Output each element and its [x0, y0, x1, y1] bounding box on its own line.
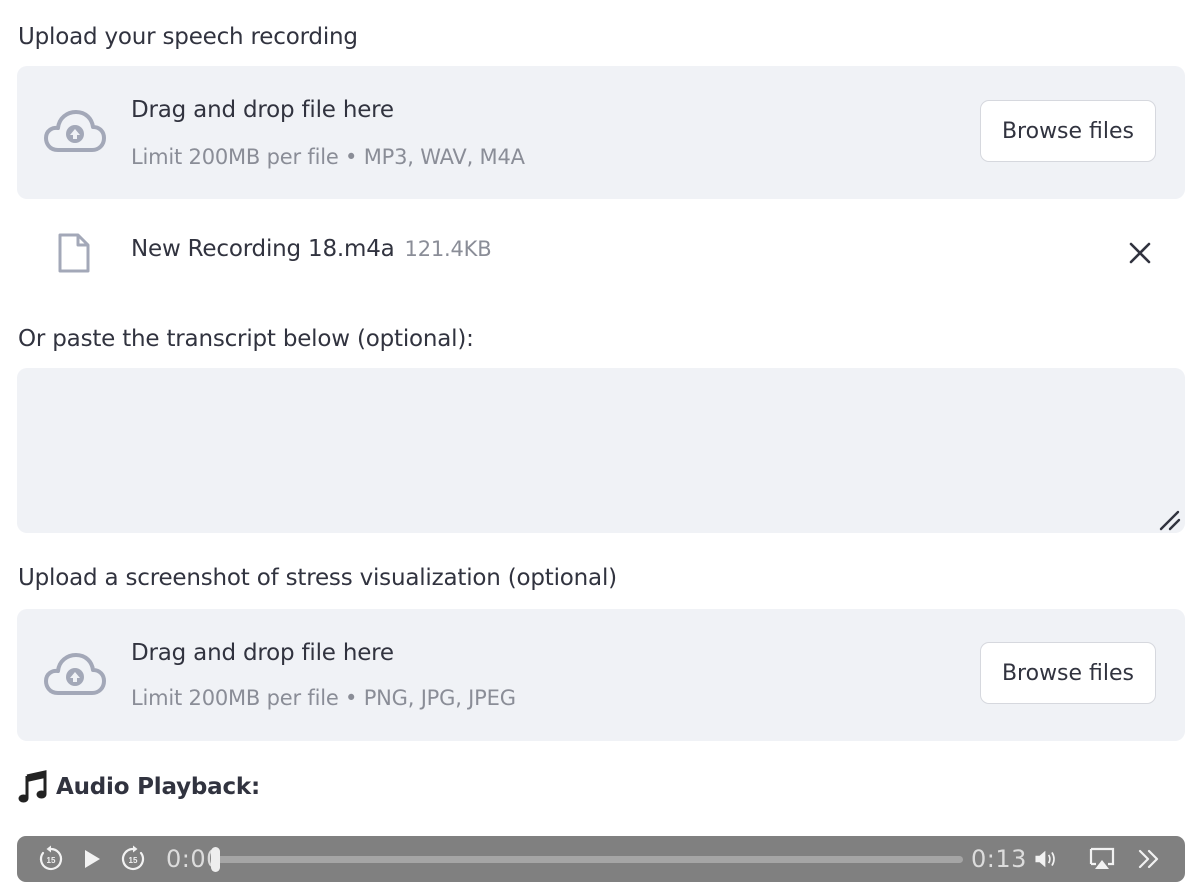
speech-upload-label: Upload your speech recording: [18, 24, 358, 50]
screenshot-dropzone[interactable]: Drag and drop file here Limit 200MB per …: [17, 609, 1185, 741]
audio-playback-title: Audio Playback:: [56, 774, 260, 800]
volume-icon[interactable]: [1033, 845, 1061, 873]
dropzone-limits: Limit 200MB per file • MP3, WAV, M4A: [131, 145, 525, 169]
seek-bar[interactable]: [216, 856, 963, 863]
screenshot-upload-label: Upload a screenshot of stress visualizat…: [18, 565, 617, 591]
more-options-icon[interactable]: [1135, 845, 1163, 873]
transcript-textarea[interactable]: [17, 368, 1185, 533]
transcript-label: Or paste the transcript below (optional)…: [18, 326, 474, 352]
uploaded-file-row: New Recording 18.m4a 121.4KB: [17, 222, 1185, 284]
cloud-upload-icon: [44, 653, 106, 695]
audio-player: 15 15 0:00 0:13: [17, 836, 1185, 882]
browse-files-button[interactable]: Browse files: [980, 100, 1156, 162]
audio-playback-heading: Audio Playback:: [18, 770, 260, 804]
speech-dropzone[interactable]: Drag and drop file here Limit 200MB per …: [17, 66, 1185, 199]
duration: 0:13: [971, 845, 1027, 873]
skip-back-icon[interactable]: 15: [37, 845, 65, 873]
uploaded-file-size: 121.4KB: [404, 237, 492, 261]
dropzone-limits: Limit 200MB per file • PNG, JPG, JPEG: [131, 686, 516, 710]
airplay-icon[interactable]: [1088, 845, 1116, 873]
play-icon[interactable]: [77, 845, 105, 873]
file-icon: [58, 233, 90, 273]
cloud-upload-icon: [44, 110, 106, 152]
skip-forward-icon[interactable]: 15: [119, 845, 147, 873]
dropzone-title: Drag and drop file here: [131, 640, 394, 666]
browse-files-button[interactable]: Browse files: [980, 642, 1156, 704]
skip-back-seconds: 15: [47, 856, 56, 865]
seek-thumb[interactable]: [211, 847, 220, 872]
music-note-icon: [18, 770, 47, 803]
resize-grip-icon[interactable]: [1158, 509, 1182, 531]
dropzone-title: Drag and drop file here: [131, 97, 394, 123]
skip-forward-seconds: 15: [129, 856, 138, 865]
close-icon[interactable]: [1127, 240, 1153, 266]
uploaded-file-name: New Recording 18.m4a: [131, 236, 395, 262]
